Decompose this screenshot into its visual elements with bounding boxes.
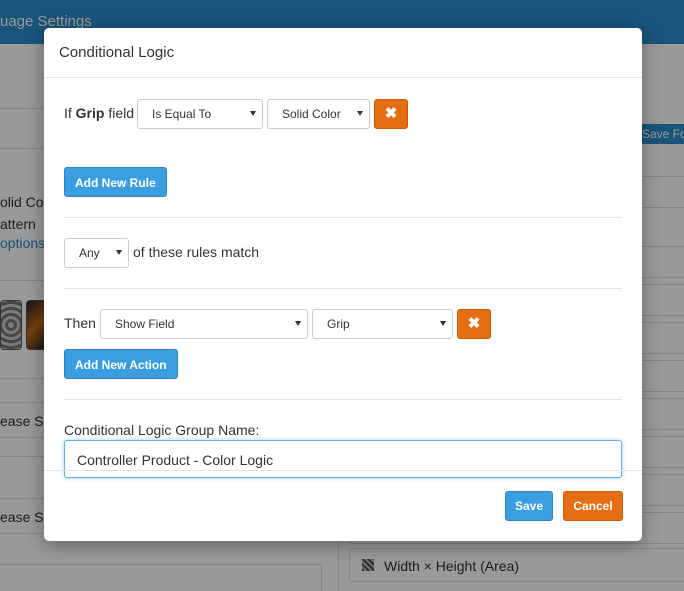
target-field-select[interactable]: Grip — [312, 309, 453, 339]
rule-suffix: field — [108, 105, 135, 121]
close-icon: ✖ — [467, 315, 481, 332]
match-mode-value: Any — [79, 246, 100, 260]
close-icon: ✖ — [384, 105, 398, 122]
operator-select[interactable]: Is Equal To — [137, 99, 263, 129]
remove-action-button[interactable]: ✖ — [457, 309, 491, 339]
group-name-label: Conditional Logic Group Name: — [64, 422, 260, 438]
action-prefix: Then — [64, 315, 96, 331]
operator-select-value: Is Equal To — [152, 107, 212, 121]
divider — [64, 399, 622, 400]
rule-field-name: Grip — [75, 105, 105, 121]
match-mode-select[interactable]: Any — [64, 238, 129, 268]
modal-title: Conditional Logic — [59, 44, 175, 61]
action-type-value: Show Field — [115, 317, 175, 331]
target-field-value: Grip — [327, 317, 350, 331]
action-type-select[interactable]: Show Field — [100, 309, 308, 339]
value-select[interactable]: Solid Color — [267, 99, 370, 129]
cancel-button[interactable]: Cancel — [563, 491, 623, 521]
save-button[interactable]: Save — [505, 491, 553, 521]
value-select-value: Solid Color — [282, 107, 341, 121]
chevron-down-icon — [116, 250, 122, 255]
modal-header: Conditional Logic — [44, 28, 642, 78]
chevron-down-icon — [357, 111, 363, 116]
chevron-down-icon — [295, 321, 301, 326]
match-text: of these rules match — [133, 244, 260, 260]
chevron-down-icon — [440, 321, 446, 326]
chevron-down-icon — [250, 111, 256, 116]
conditional-logic-modal: Conditional Logic If Grip field Is Equal… — [44, 28, 642, 541]
add-new-action-button[interactable]: Add New Action — [64, 349, 178, 379]
add-new-rule-button[interactable]: Add New Rule — [64, 167, 167, 197]
divider — [64, 217, 622, 218]
rule-label: If Grip field — [64, 105, 134, 121]
rule-prefix: If — [64, 105, 72, 121]
remove-rule-button[interactable]: ✖ — [374, 99, 408, 129]
modal-footer: Save Cancel — [44, 470, 642, 541]
divider — [64, 288, 622, 289]
